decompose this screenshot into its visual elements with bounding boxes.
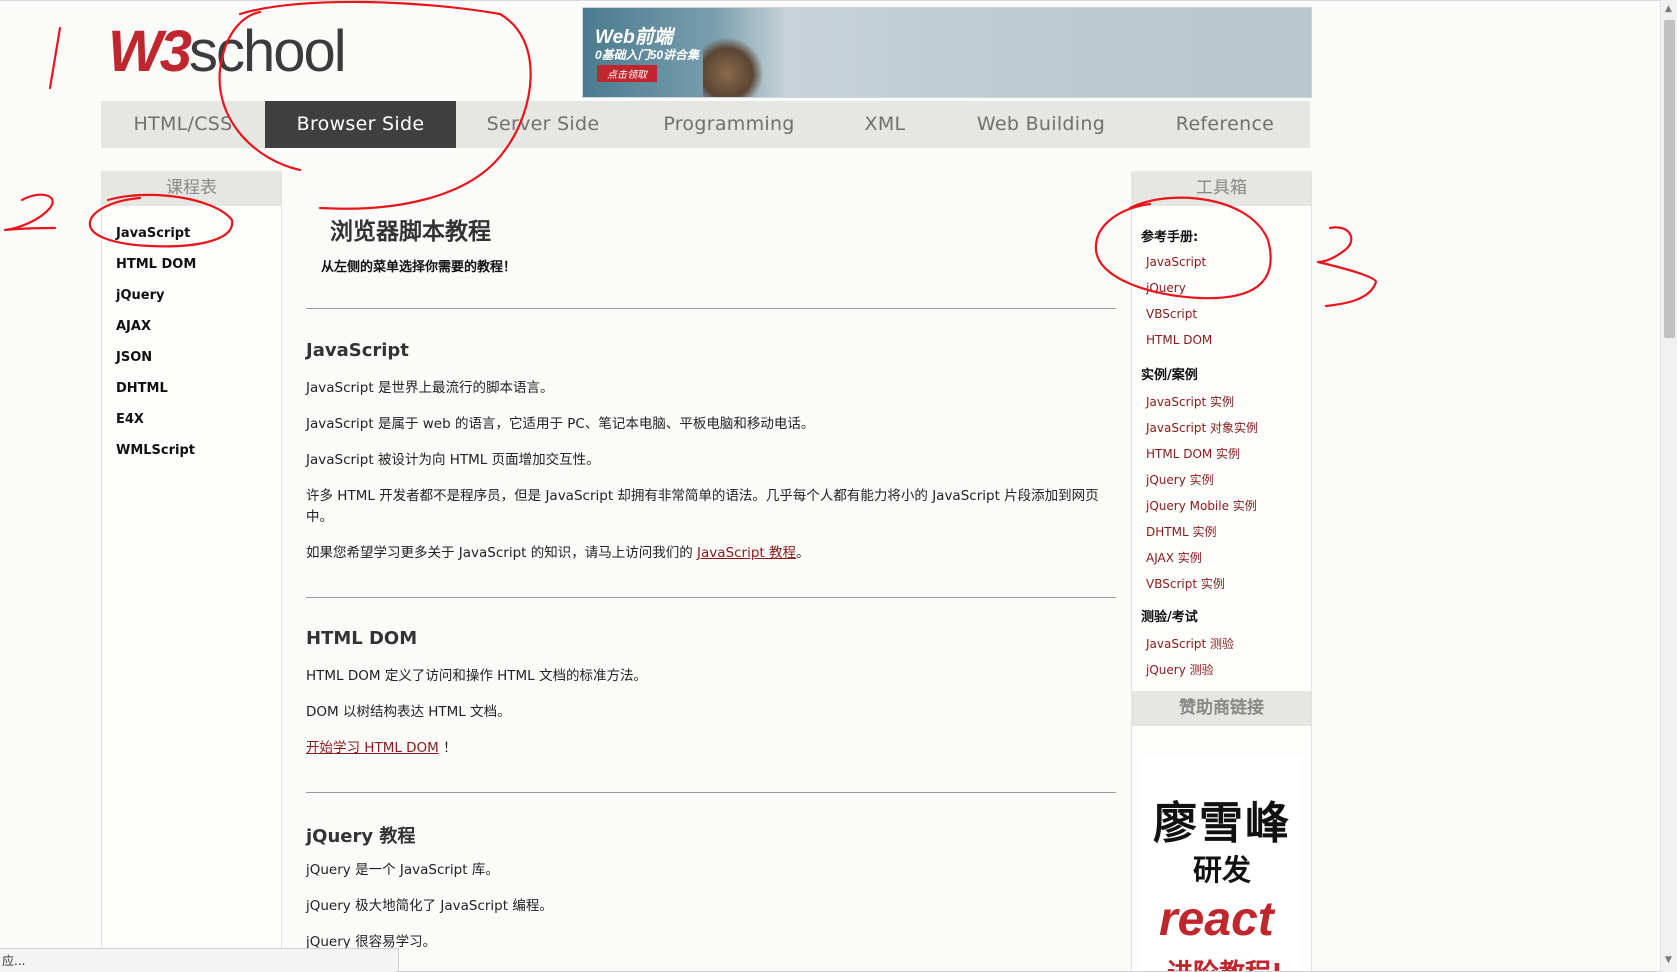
js-para-4: 许多 HTML 开发者都不是程序员，但是 JavaScript 却拥有非常简单的… — [306, 488, 1099, 525]
ref-link-html-dom[interactable]: HTML DOM — [1146, 333, 1212, 347]
divider — [306, 308, 1116, 309]
dom-start: 开始学习 HTML DOM ！ — [306, 738, 1111, 759]
nav-item-browser-side[interactable]: Browser Side — [265, 101, 456, 148]
sponsor-ad[interactable]: 廖雪峰 研发 react 进阶教程! — [1141, 757, 1302, 972]
annotation-mark-1 — [48, 26, 62, 90]
quiz-link-javascript[interactable]: JavaScript 测验 — [1146, 635, 1234, 652]
status-bar: 应... — [0, 948, 399, 972]
javascript-tutorial-link[interactable]: JavaScript 教程 — [697, 545, 796, 561]
group-title-examples: 实例/案例 — [1141, 368, 1198, 383]
course-link-jquery[interactable]: jQuery — [116, 288, 164, 303]
jq-para-1: jQuery 是一个 JavaScript 库。 — [306, 862, 499, 878]
banner-subtitle: 0基础入门50讲合集 — [595, 48, 700, 62]
dom-para-2: DOM 以树结构表达 HTML 文档。 — [306, 704, 511, 720]
group-title-quizzes: 测验/考试 — [1141, 610, 1198, 625]
ad-line-3: react — [1159, 893, 1274, 946]
nav-item-reference[interactable]: Reference — [1140, 101, 1310, 148]
js-para-3: JavaScript 被设计为向 HTML 页面增加交互性。 — [306, 452, 600, 468]
example-link-jquery[interactable]: jQuery 实例 — [1146, 471, 1214, 488]
example-link-html-dom[interactable]: HTML DOM 实例 — [1146, 445, 1240, 462]
left-sidebar: 课程表 JavaScript HTML DOM jQuery AJAX JSON… — [101, 171, 282, 972]
example-link-javascript[interactable]: JavaScript 实例 — [1146, 393, 1234, 410]
main-nav: HTML/CSS Browser Side Server Side Progra… — [101, 101, 1310, 148]
scroll-thumb[interactable] — [1664, 20, 1675, 338]
ad-line-4: 进阶教程! — [1167, 953, 1283, 972]
banner-cta-button[interactable]: 点击领取 — [597, 65, 657, 82]
course-link-html-dom[interactable]: HTML DOM — [116, 257, 196, 272]
vertical-scrollbar[interactable]: ▲ ▼ — [1660, 0, 1677, 972]
page-intro: 从左侧的菜单选择你需要的教程！ — [321, 260, 517, 275]
divider — [306, 792, 1116, 793]
ad-banner[interactable]: Web前端 0基础入门50讲合集 点击领取 — [582, 7, 1312, 98]
js-para-1: JavaScript 是世界上最流行的脚本语言。 — [306, 380, 554, 396]
logo-w3: W3 — [108, 19, 192, 84]
ref-link-javascript[interactable]: JavaScript — [1146, 255, 1206, 269]
course-link-wmlscript[interactable]: WMLScript — [116, 443, 195, 458]
banner-title: Web前端 — [595, 27, 673, 48]
w3school-logo[interactable]: W3school — [108, 18, 347, 86]
scroll-up-arrow-icon[interactable]: ▲ — [1665, 4, 1672, 14]
top-border — [0, 0, 1677, 1]
group-title-reference: 参考手册: — [1141, 230, 1199, 245]
js-para-2: JavaScript 是属于 web 的语言，它适用于 PC、笔记本电脑、平板电… — [306, 416, 815, 432]
quiz-link-jquery[interactable]: jQuery 测验 — [1146, 661, 1214, 678]
dom-start-suffix: ！ — [438, 740, 457, 756]
divider — [306, 597, 1116, 598]
nav-item-html-css[interactable]: HTML/CSS — [101, 101, 265, 148]
js-para-more: 如果您希望学习更多关于 JavaScript 的知识，请马上访问我们的 Java… — [306, 543, 1111, 564]
nav-item-programming[interactable]: Programming — [630, 101, 828, 148]
banner-image — [703, 38, 763, 97]
jq-para-2: jQuery 极大地简化了 JavaScript 编程。 — [306, 898, 553, 914]
js-more-suffix: 。 — [796, 545, 810, 561]
section-title-html-dom: HTML DOM — [306, 628, 418, 649]
right-sidebar: 工具箱 参考手册: JavaScript jQuery VBScript HTM… — [1131, 171, 1312, 972]
annotation-mark-2 — [3, 193, 57, 232]
jq-para-3: jQuery 很容易学习。 — [306, 934, 437, 950]
dom-para-1: HTML DOM 定义了访问和操作 HTML 文档的标准方法。 — [306, 668, 647, 684]
nav-item-server-side[interactable]: Server Side — [456, 101, 630, 148]
left-sidebar-heading: 课程表 — [102, 171, 281, 206]
ad-line-2: 研发 — [1193, 853, 1252, 887]
logo-school: school — [189, 19, 347, 84]
course-link-javascript[interactable]: JavaScript — [116, 226, 190, 241]
sponsor-heading: 赞助商链接 — [1132, 691, 1311, 726]
example-link-ajax[interactable]: AJAX 实例 — [1146, 549, 1202, 566]
ref-link-vbscript[interactable]: VBScript — [1146, 307, 1197, 321]
example-link-dhtml[interactable]: DHTML 实例 — [1146, 523, 1216, 540]
js-more-text: 如果您希望学习更多关于 JavaScript 的知识，请马上访问我们的 — [306, 545, 698, 561]
section-title-jquery: jQuery 教程 — [306, 826, 416, 847]
course-link-dhtml[interactable]: DHTML — [116, 381, 168, 396]
html-dom-start-link[interactable]: 开始学习 HTML DOM — [306, 740, 439, 756]
course-link-ajax[interactable]: AJAX — [116, 319, 151, 334]
annotation-mark-3 — [1316, 226, 1378, 308]
ad-line-1: 廖雪峰 — [1153, 798, 1291, 849]
section-title-javascript: JavaScript — [306, 340, 409, 361]
scroll-down-arrow-icon[interactable]: ▼ — [1665, 955, 1672, 965]
course-link-e4x[interactable]: E4X — [116, 412, 144, 427]
ref-link-jquery[interactable]: jQuery — [1146, 281, 1186, 295]
example-link-js-objects[interactable]: JavaScript 对象实例 — [1146, 419, 1258, 436]
example-link-jquery-mobile[interactable]: jQuery Mobile 实例 — [1146, 497, 1257, 514]
right-sidebar-heading: 工具箱 — [1132, 171, 1311, 206]
nav-item-web-building[interactable]: Web Building — [942, 101, 1140, 148]
course-link-json[interactable]: JSON — [116, 350, 152, 365]
nav-item-xml[interactable]: XML — [828, 101, 942, 148]
example-link-vbscript[interactable]: VBScript 实例 — [1146, 575, 1225, 592]
page-title: 浏览器脚本教程 — [330, 219, 491, 245]
